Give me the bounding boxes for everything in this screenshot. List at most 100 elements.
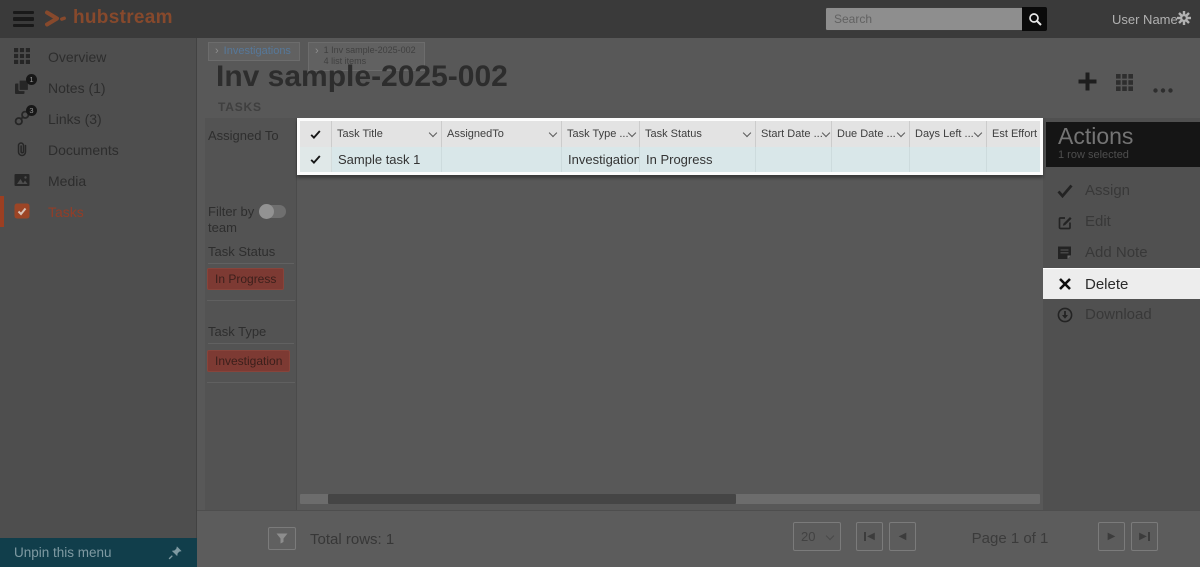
sidebar-item-label: Tasks [48, 204, 84, 220]
filter-by-team-label: Filter by team [208, 204, 260, 235]
action-add-note[interactable]: Add Note [1043, 237, 1200, 268]
page-size-value: 20 [801, 529, 815, 544]
logo-text: hubstream [73, 7, 173, 29]
column-header-assigned-to[interactable]: AssignedTo [442, 121, 562, 147]
chevron-down-icon [743, 128, 751, 136]
breadcrumb-investigations[interactable]: Investigations [208, 42, 300, 61]
funnel-icon [276, 533, 288, 544]
team-filter-toggle[interactable] [260, 205, 286, 218]
hubstream-logo[interactable]: hubstream [44, 7, 173, 29]
notes-count-badge: 1 [26, 74, 37, 85]
prev-page-icon: ◀ [899, 531, 907, 542]
table-header-row: Task Title AssignedTo Task Type ... Task… [300, 121, 1040, 147]
filter-divider [207, 382, 295, 383]
top-bar: hubstream User Name [0, 0, 1200, 38]
search-input[interactable] [825, 7, 1022, 31]
cell-task-title: Sample task 1 [332, 147, 442, 172]
download-icon [1056, 307, 1073, 323]
left-sidebar: Overview 1 Notes (1) 3 Links (3) [0, 38, 197, 538]
check-icon [310, 129, 321, 140]
last-page-button[interactable]: ▶ [1131, 522, 1158, 551]
column-header-start-date[interactable]: Start Date ... [756, 121, 832, 147]
unpin-menu-button[interactable]: Unpin this menu [0, 538, 197, 567]
cell-start-date [756, 147, 832, 172]
sidebar-item-links[interactable]: 3 Links (3) [0, 103, 196, 134]
grid-icon [14, 48, 31, 65]
check-icon [1056, 184, 1073, 198]
links-icon: 3 [14, 110, 31, 127]
check-icon [310, 154, 321, 165]
chevron-down-icon [826, 531, 834, 539]
filter-toggle-button[interactable] [268, 527, 296, 550]
next-page-button[interactable]: ▶ [1098, 522, 1125, 551]
menu-icon[interactable] [13, 11, 34, 30]
column-header-est-effort[interactable]: Est Effort D [987, 121, 1040, 147]
actions-header: Actions 1 row selected [1046, 122, 1200, 167]
sidebar-item-label: Notes (1) [48, 80, 106, 96]
settings-gear-icon[interactable] [1176, 10, 1192, 31]
edit-icon [1056, 214, 1073, 230]
user-name[interactable]: User Name [1112, 12, 1178, 27]
action-assign[interactable]: Assign [1043, 175, 1200, 206]
filter-divider [207, 300, 295, 301]
column-header-due-date[interactable]: Due Date ... [832, 121, 910, 147]
assigned-to-label: Assigned To [208, 128, 279, 143]
total-rows-label: Total rows: 1 [310, 531, 394, 548]
sidebar-item-tasks[interactable]: Tasks [0, 196, 196, 227]
filter-panel: Assigned To Filter by team Task Status I… [205, 118, 297, 510]
x-icon [1056, 277, 1073, 291]
sidebar-item-label: Media [48, 173, 86, 189]
chevron-down-icon [897, 128, 905, 136]
column-header-task-title[interactable]: Task Title [332, 121, 442, 147]
first-page-icon [864, 532, 866, 541]
cell-days-left [910, 147, 987, 172]
sidebar-item-media[interactable]: Media [0, 165, 196, 196]
task-status-filter-chip[interactable]: In Progress [207, 268, 284, 290]
task-type-filter-chip[interactable]: Investigation [207, 350, 290, 372]
search-bar [825, 7, 1047, 31]
cell-est-effort [987, 147, 1040, 172]
breadcrumb-link: Investigations [224, 45, 291, 57]
add-button[interactable] [1077, 71, 1098, 97]
last-page-icon [1148, 532, 1150, 541]
prev-page-button[interactable]: ◀ [889, 522, 916, 551]
next-page-icon: ▶ [1108, 531, 1116, 542]
cell-task-type: Investigation [562, 147, 640, 172]
toggle-knob [259, 204, 274, 219]
cell-assigned-to [442, 147, 562, 172]
search-button[interactable] [1022, 7, 1047, 31]
chevron-down-icon [549, 128, 557, 136]
column-header-task-status[interactable]: Task Status [640, 121, 756, 147]
add-icon [1077, 71, 1098, 92]
sidebar-item-documents[interactable]: Documents [0, 134, 196, 165]
select-all-checkbox[interactable] [300, 121, 332, 147]
unpin-menu-label: Unpin this menu [14, 545, 112, 560]
sidebar-item-notes[interactable]: 1 Notes (1) [0, 72, 196, 103]
actions-panel: Actions 1 row selected Assign Edit [1043, 118, 1200, 510]
horizontal-scrollbar[interactable] [300, 494, 1040, 504]
pin-icon [168, 545, 183, 560]
column-header-task-type[interactable]: Task Type ... [562, 121, 640, 147]
row-checkbox[interactable] [300, 147, 332, 172]
column-header-days-left[interactable]: Days Left ... [910, 121, 987, 147]
action-edit[interactable]: Edit [1043, 206, 1200, 237]
more-ellipsis-icon [1153, 88, 1173, 93]
first-page-button[interactable]: ◀ [856, 522, 883, 551]
chevron-down-icon [429, 128, 437, 136]
page-indicator: Page 1 of 1 [950, 530, 1070, 547]
action-download[interactable]: Download [1043, 299, 1200, 330]
cell-due-date [832, 147, 910, 172]
actions-title: Actions [1058, 123, 1200, 151]
table-row[interactable]: Sample task 1 Investigation In Progress [300, 147, 1040, 172]
grid-view-button[interactable] [1116, 74, 1133, 96]
scrollbar-thumb[interactable] [328, 494, 736, 504]
sidebar-item-overview[interactable]: Overview [0, 41, 196, 72]
page-size-select[interactable]: 20 [793, 522, 841, 551]
action-delete[interactable]: Delete [1043, 268, 1200, 299]
tasks-table: Task Title AssignedTo Task Type ... Task… [297, 118, 1043, 175]
task-check-icon [14, 203, 31, 220]
more-button[interactable] [1153, 80, 1173, 98]
page-title: Inv sample-2025-002 [216, 60, 508, 94]
sidebar-item-label: Overview [48, 49, 106, 65]
page-section-label: TASKS [218, 100, 262, 114]
